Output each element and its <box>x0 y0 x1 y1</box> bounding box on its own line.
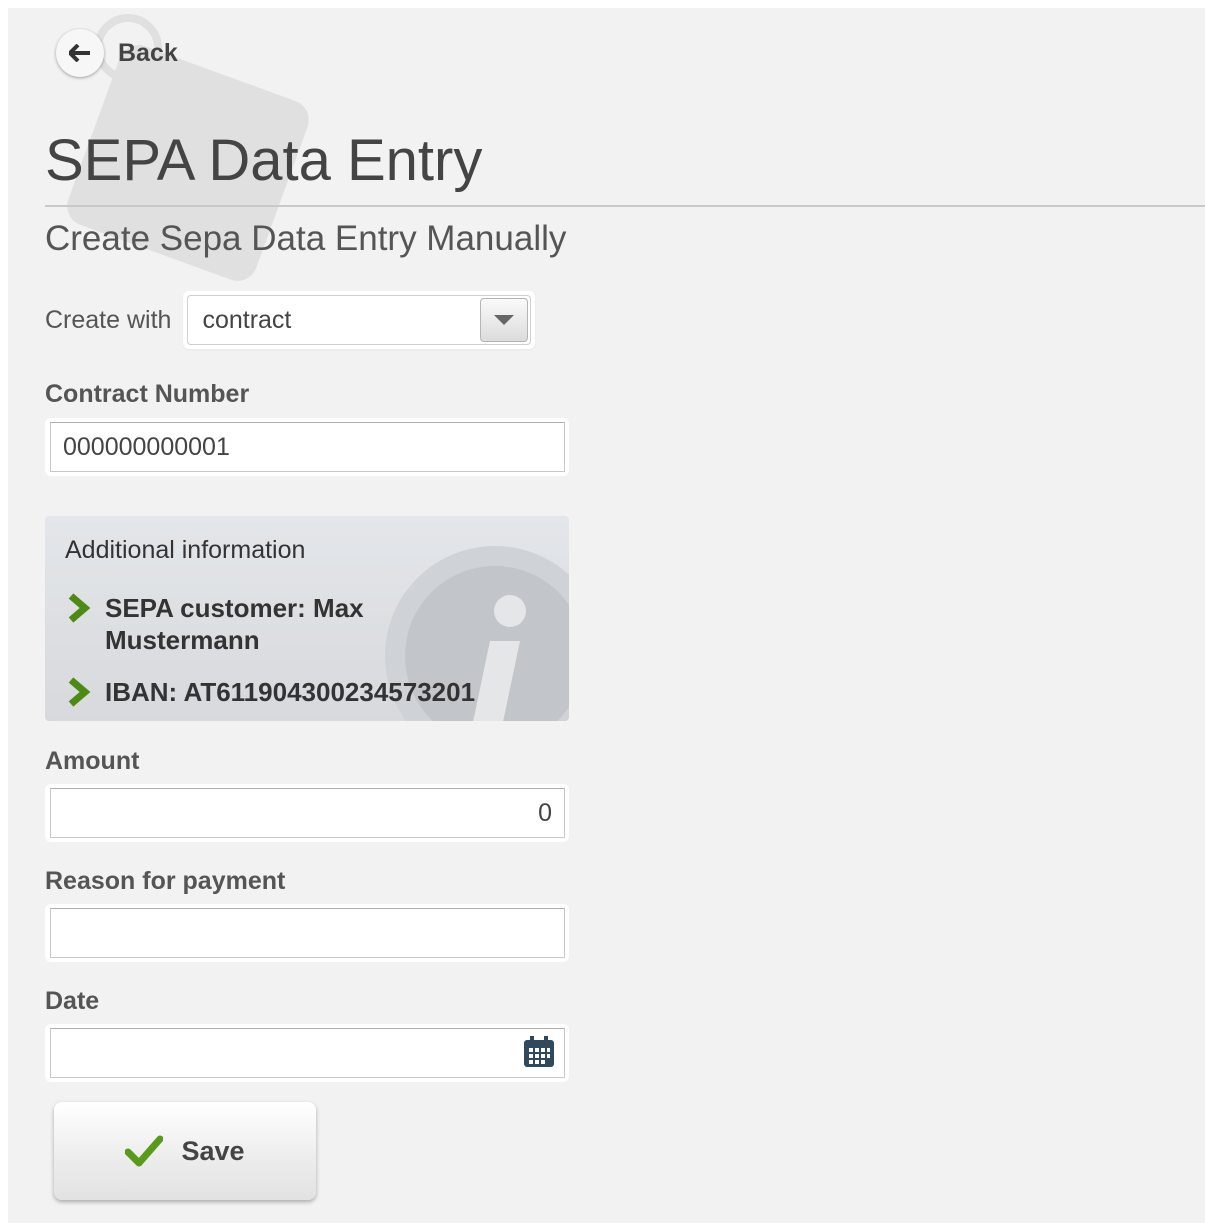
amount-input[interactable]: 0 <box>50 788 565 838</box>
chevron-right-icon <box>68 677 91 707</box>
create-with-select[interactable]: contract <box>187 295 532 345</box>
create-with-row: Create with contract <box>45 291 536 349</box>
save-label[interactable]: Save <box>181 1136 244 1167</box>
create-with-label: Create with <box>45 305 172 334</box>
contract-number-input[interactable]: 000000000001 <box>50 422 565 472</box>
back-label[interactable]: Back <box>118 39 178 68</box>
arrow-left-icon <box>69 44 90 62</box>
date-label: Date <box>45 987 100 1015</box>
additional-info-panel: Additional information SEPA customer: Ma… <box>45 516 569 721</box>
info-iban-text: IBAN: AT611904300234573201 <box>105 677 476 707</box>
chevron-down-icon <box>494 315 515 325</box>
checkmark-icon <box>125 1135 164 1167</box>
back-circle[interactable] <box>56 29 104 77</box>
date-input[interactable] <box>50 1028 565 1078</box>
dropdown-button[interactable] <box>480 298 529 342</box>
amount-wrap: 0 <box>45 784 569 842</box>
page-title: SEPA Data Entry <box>45 128 483 193</box>
save-button[interactable]: Save <box>54 1102 316 1200</box>
reason-label: Reason for payment <box>45 867 286 895</box>
create-with-value[interactable]: contract <box>188 306 291 335</box>
title-divider <box>45 205 1205 207</box>
chevron-right-icon <box>68 593 91 623</box>
info-item-customer: SEPA customer: Max Mustermann <box>65 592 425 656</box>
reason-input[interactable] <box>50 908 565 958</box>
info-customer-text: SEPA customer: Max Mustermann <box>105 593 364 655</box>
info-item-iban: IBAN: AT611904300234573201 <box>65 676 525 708</box>
back-button[interactable]: Back <box>56 28 178 78</box>
contract-number-wrap: 000000000001 <box>45 418 569 476</box>
calendar-icon[interactable] <box>523 1036 555 1068</box>
create-with-select-wrap: contract <box>183 291 536 349</box>
additional-info-title: Additional information <box>65 536 306 564</box>
date-wrap <box>45 1024 569 1082</box>
page-subtitle: Create Sepa Data Entry Manually <box>45 219 567 258</box>
page: Back SEPA Data Entry Create Sepa Data En… <box>8 8 1205 1223</box>
amount-label: Amount <box>45 747 140 775</box>
contract-number-label: Contract Number <box>45 380 250 408</box>
reason-wrap <box>45 904 569 962</box>
